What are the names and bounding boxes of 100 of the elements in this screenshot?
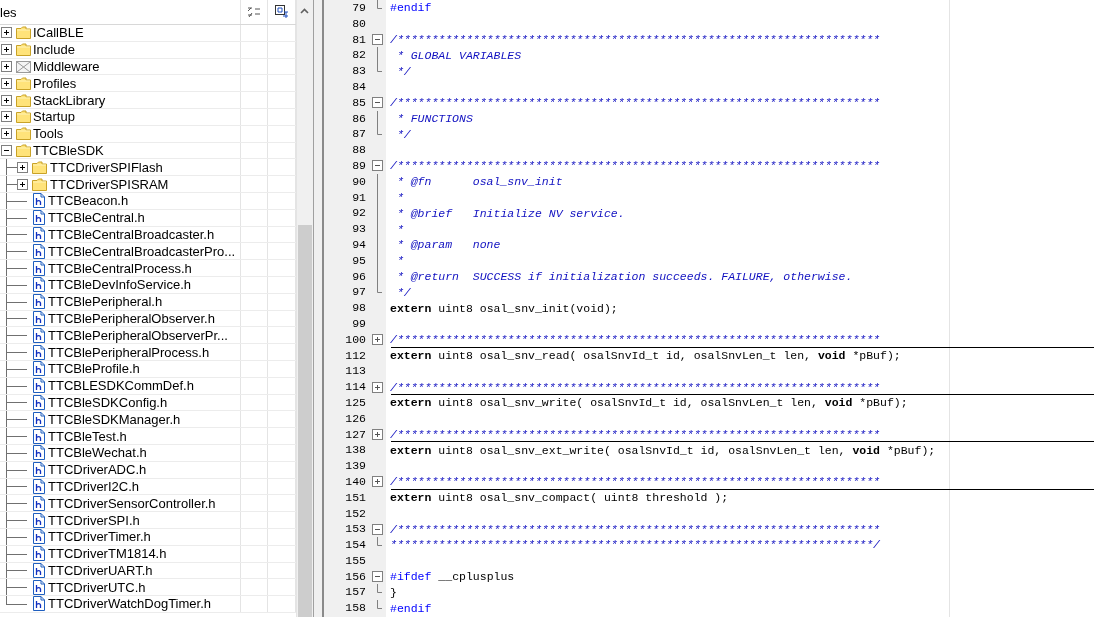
- code-comment: /**********************************************************************: [389, 333, 880, 347]
- tree-item-label[interactable]: TTCDriverUTC.h: [48, 579, 146, 595]
- code-comment: * @return SUCCESS if initialization succeeds. FAILURE, otherwise.: [395, 269, 853, 283]
- tree-item-label[interactable]: TTCDriverSPISRAM: [50, 176, 169, 192]
- tree-item-label[interactable]: TTCBleSDKManager.h: [48, 411, 181, 427]
- expand-toggle[interactable]: [1, 144, 12, 156]
- line-number: 140: [344, 473, 367, 490]
- collapse-toggle[interactable]: [372, 571, 383, 583]
- tree-item-label[interactable]: TTCBlePeripheralObserverPr...: [48, 327, 228, 343]
- line-number: 151: [344, 489, 367, 506]
- tree-item-label[interactable]: Include: [33, 42, 75, 58]
- line-number: 93: [351, 221, 367, 237]
- tree-item-label[interactable]: Startup: [33, 109, 75, 125]
- tree-item-label[interactable]: TTCBleCentral.h: [48, 210, 145, 226]
- tree-item-label[interactable]: TTCBlePeripheralObserver.h: [48, 310, 215, 326]
- expand-toggle[interactable]: [372, 381, 383, 393]
- tree-item-label[interactable]: Tools: [33, 126, 64, 142]
- fold-line: [377, 47, 378, 64]
- expand-toggle[interactable]: [1, 27, 12, 39]
- expand-toggle[interactable]: [1, 94, 12, 106]
- tree-item-label[interactable]: TTCBleWechat.h: [48, 445, 147, 461]
- scrollbar-thumb[interactable]: [298, 225, 312, 617]
- tree-item-label[interactable]: Middleware: [33, 59, 100, 74]
- header-file-icon: [33, 462, 45, 478]
- tree-item-label[interactable]: TTCBleProfile.h: [48, 361, 140, 377]
- tree-item-label[interactable]: TTCDriverSensorController.h: [48, 495, 216, 511]
- collapse-toggle[interactable]: [372, 34, 383, 45]
- tree-item-label[interactable]: Profiles: [33, 75, 77, 91]
- tree-item-label[interactable]: TTCBlePeripheral.h: [48, 294, 163, 310]
- header-file-icon: [33, 579, 45, 595]
- tree-item-label[interactable]: StackLibrary: [33, 92, 106, 108]
- line-number: 88: [351, 142, 367, 158]
- tree-item-label[interactable]: TTCBleSDKConfig.h: [48, 394, 168, 410]
- line-number: 157: [344, 584, 367, 601]
- code-comment: /**********************************************************************: [389, 427, 880, 441]
- collapse-toggle[interactable]: [372, 160, 383, 172]
- line-number: 127: [344, 426, 367, 443]
- header-file-icon: [33, 428, 45, 444]
- tree-item-label[interactable]: TTCDriverUART.h: [48, 562, 153, 578]
- tree-item-label[interactable]: TTCBleTest.h: [48, 428, 127, 444]
- tree-item-label[interactable]: TTCBleDevInfoService.h: [48, 277, 192, 293]
- header-file-icon: [33, 411, 45, 427]
- line-number: 80: [351, 15, 367, 32]
- collapse-toggle[interactable]: [372, 97, 383, 109]
- header-file-icon: [33, 378, 45, 394]
- tree-item-label[interactable]: TTCBleSDK: [33, 142, 104, 158]
- expand-toggle[interactable]: [372, 428, 383, 440]
- expand-toggle[interactable]: [17, 161, 28, 173]
- line-number: 139: [344, 458, 367, 474]
- fold-end-line: [377, 126, 382, 136]
- tree-item-label[interactable]: TTCBLESDKCommDef.h: [48, 378, 194, 394]
- tree-item-label[interactable]: TTCDriverSPI.h: [48, 512, 140, 528]
- header-file-icon: [33, 546, 45, 562]
- line-number: 114: [344, 379, 367, 395]
- scrollbar[interactable]: [296, 0, 313, 617]
- tree-item-label[interactable]: TTCDriverTM1814.h: [48, 546, 167, 562]
- header-file-icon: [33, 512, 45, 528]
- folder-icon: [32, 177, 47, 191]
- sort-icon[interactable]: [247, 6, 261, 18]
- pane-splitter[interactable]: [313, 0, 324, 617]
- tree-item-label[interactable]: TTCDriverADC.h: [48, 462, 147, 478]
- line-number: 95: [351, 252, 367, 269]
- tree-item-label[interactable]: TTCDriverI2C.h: [48, 478, 139, 494]
- line-number: 89: [351, 157, 367, 174]
- tree-item-label[interactable]: ICallBLE: [33, 25, 84, 41]
- code-comment: /**********************************************************************: [389, 159, 880, 173]
- line-number: 94: [351, 236, 367, 253]
- tree-item-label[interactable]: TTCBeacon.h: [48, 193, 129, 209]
- line-number: 153: [344, 521, 367, 538]
- line-number: 98: [351, 300, 367, 316]
- expand-toggle[interactable]: [372, 334, 383, 346]
- tree-item-label[interactable]: TTCDriverWatchDogTimer.h: [48, 596, 211, 612]
- scroll-up-icon[interactable]: [300, 8, 309, 14]
- tree-item-label[interactable]: TTCDriverTimer.h: [48, 529, 151, 545]
- expand-toggle[interactable]: [1, 77, 12, 89]
- expand-toggle[interactable]: [1, 61, 12, 72]
- expand-toggle[interactable]: [17, 178, 28, 190]
- fold-end-line: [377, 600, 382, 610]
- tree-item-label[interactable]: TTCBlePeripheralProcess.h: [48, 344, 210, 360]
- tree-item-label[interactable]: TTCBleCentralBroadcaster.h: [48, 226, 215, 242]
- folder-icon: [32, 160, 47, 174]
- binary-file-icon[interactable]: [274, 5, 289, 19]
- tree-item-label[interactable]: TTCBleCentralProcess.h: [48, 260, 192, 276]
- line-number: 90: [351, 173, 367, 190]
- collapse-toggle[interactable]: [372, 523, 383, 535]
- header-file-icon: [33, 529, 45, 545]
- line-number: 97: [351, 284, 367, 301]
- header-file-icon: [33, 294, 45, 310]
- line-number: 152: [344, 505, 367, 522]
- code-comment: /**********************************************************************: [389, 522, 880, 536]
- tree-item-label[interactable]: TTCBleCentralBroadcasterPro...: [48, 243, 236, 259]
- expand-toggle[interactable]: [1, 44, 12, 56]
- tree-item-label[interactable]: TTCDriverSPIFlash: [50, 159, 163, 175]
- line-number: 81: [351, 31, 367, 48]
- expand-toggle[interactable]: [372, 476, 383, 488]
- expand-toggle[interactable]: [1, 111, 12, 123]
- code-comment: * @fn osal_snv_init: [395, 175, 563, 189]
- code-line: extern uint8 osal_snv_compact( uint8 threshold );: [389, 491, 729, 505]
- expand-toggle[interactable]: [1, 128, 12, 140]
- line-number: 82: [351, 47, 367, 64]
